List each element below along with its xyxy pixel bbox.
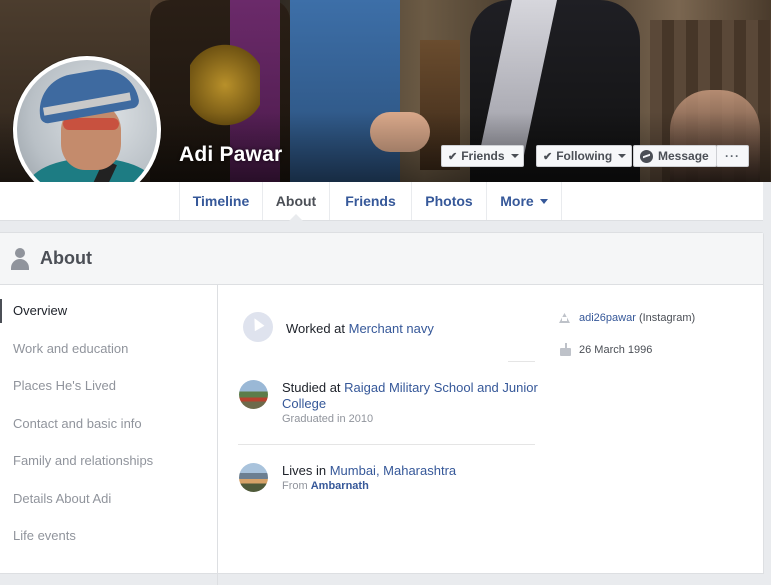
work-briefcase-icon <box>243 312 273 342</box>
birthday-cake-icon <box>560 343 573 356</box>
lives-prefix: Lives in <box>282 463 330 478</box>
about-card-header: About <box>0 233 763 285</box>
hometown-entry: From Ambarnath <box>282 480 369 492</box>
hometown-prefix: From <box>282 480 311 492</box>
tab-timeline[interactable]: Timeline <box>180 182 263 220</box>
tab-friends[interactable]: Friends <box>330 182 412 220</box>
divider <box>238 444 535 445</box>
checkmark-icon: ✔ <box>543 150 553 163</box>
instagram-link[interactable]: adi26pawar <box>579 312 636 324</box>
sidebar-item-life-events[interactable]: Life events <box>0 524 216 548</box>
tab-about[interactable]: About <box>263 182 330 221</box>
tab-photos[interactable]: Photos <box>412 182 487 220</box>
caret-down-icon <box>510 154 519 158</box>
tab-more[interactable]: More <box>487 182 562 220</box>
message-button-label: Message <box>658 149 709 163</box>
profile-tabs: Timeline About Friends Photos More <box>179 182 562 221</box>
following-button-label: Following <box>556 149 613 163</box>
hometown-link[interactable]: Ambarnath <box>311 480 369 492</box>
instagram-label: (Instagram) <box>638 312 696 324</box>
work-prefix: Worked at <box>286 321 349 336</box>
divider <box>508 361 535 362</box>
sidebar-item-work-education[interactable]: Work and education <box>0 337 216 361</box>
sidebar-item-places-lived[interactable]: Places He's Lived <box>0 374 216 398</box>
checkmark-icon: ✔ <box>448 150 458 163</box>
message-button[interactable]: Message <box>633 145 717 167</box>
work-entry: Worked at Merchant navy <box>286 321 434 336</box>
city-thumbnail[interactable] <box>239 463 268 492</box>
lives-entry: Lives in Mumbai, Maharashtra <box>282 463 456 478</box>
messenger-icon <box>640 149 653 163</box>
more-options-button[interactable]: ··· <box>716 145 749 167</box>
education-detail: Graduated in 2010 <box>282 413 374 425</box>
profile-picture[interactable] <box>17 60 157 200</box>
friends-button-label: Friends <box>461 149 505 163</box>
tab-more-label: More <box>500 193 534 209</box>
person-icon <box>10 247 30 270</box>
sidebar-item-overview[interactable]: Overview <box>0 299 216 323</box>
friends-button[interactable]: ✔ Friends <box>441 145 524 167</box>
about-title: About <box>40 248 92 268</box>
education-entry: Studied at Raigad Military School and Ju… <box>282 380 538 395</box>
school-thumbnail[interactable] <box>239 380 268 409</box>
school-link[interactable]: Raigad Military School and Junior <box>344 380 538 395</box>
city-link[interactable]: Mumbai, Maharashtra <box>330 463 456 478</box>
instagram-entry: adi26pawar (Instagram) <box>579 312 695 324</box>
caret-down-icon <box>618 154 627 158</box>
instagram-icon <box>558 312 571 325</box>
profile-tab-bar: Timeline About Friends Photos More <box>0 182 763 221</box>
work-place-link[interactable]: Merchant navy <box>349 321 434 336</box>
sidebar-item-details[interactable]: Details About Adi <box>0 487 216 511</box>
about-card: About Overview Work and education Places… <box>0 232 764 585</box>
sidebar-item-contact-info[interactable]: Contact and basic info <box>0 412 216 436</box>
caret-down-icon <box>539 198 548 204</box>
sidebar-item-family-relationships[interactable]: Family and relationships <box>0 449 216 473</box>
profile-name[interactable]: Adi Pawar <box>179 143 282 167</box>
following-button[interactable]: ✔ Following <box>536 145 632 167</box>
birthday-text: 26 March 1996 <box>579 344 653 356</box>
school-link-continued[interactable]: College <box>282 396 326 411</box>
about-sidebar: Overview Work and education Places He's … <box>0 285 218 585</box>
education-prefix: Studied at <box>282 380 345 395</box>
